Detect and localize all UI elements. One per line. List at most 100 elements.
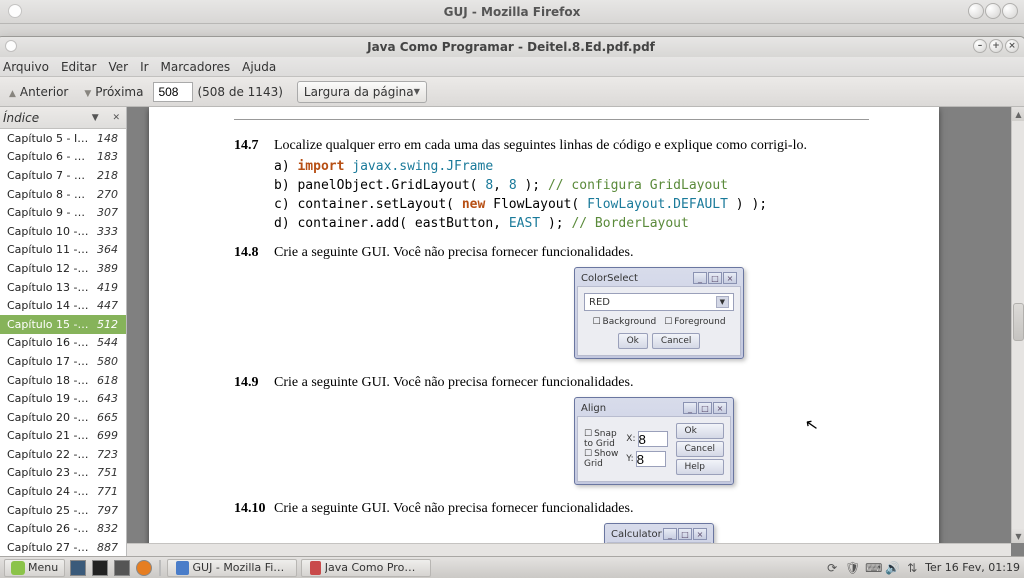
close-icon[interactable]: × xyxy=(1005,39,1019,53)
terminal-icon[interactable] xyxy=(91,559,109,577)
update-icon[interactable]: ⟳ xyxy=(825,561,839,575)
sidebar-item[interactable]: Capítulo 15 - I... 512 xyxy=(0,315,126,334)
sidebar-item-page: 723 xyxy=(97,448,118,461)
sidebar-item-page: 183 xyxy=(97,150,118,163)
zoom-combo[interactable]: Largura da página xyxy=(297,81,427,103)
sidebar-item-label: Capítulo 26 - M... xyxy=(7,522,89,535)
maximize-icon[interactable]: + xyxy=(989,39,1003,53)
prev-page-button[interactable]: Anterior xyxy=(3,82,74,102)
sidebar-item-page: 643 xyxy=(97,392,118,405)
sidebar-item-label: Capítulo 8 - Cla... xyxy=(7,188,89,201)
menu-ver[interactable]: Ver xyxy=(108,60,128,74)
sidebar-item-page: 797 xyxy=(97,504,118,517)
show-desktop-icon[interactable] xyxy=(69,559,87,577)
arrow-up-icon xyxy=(9,85,16,99)
sidebar-item-label: Capítulo 22 - Es... xyxy=(7,448,89,461)
sidebar-item[interactable]: Capítulo 6 - Mé...183 xyxy=(0,148,126,167)
task-item-firefox[interactable]: GUJ - Mozilla Firefox xyxy=(167,559,297,577)
zoom-value: Largura da página xyxy=(304,85,414,99)
sidebar-item-label: Capítulo 21 - Cl... xyxy=(7,429,89,442)
network-icon[interactable]: ⇅ xyxy=(905,561,919,575)
start-menu-button[interactable]: Menu xyxy=(4,559,65,577)
files-icon[interactable] xyxy=(113,559,131,577)
sidebar-list[interactable]: Capítulo 5 - Inst...148Capítulo 6 - Mé..… xyxy=(0,129,126,557)
sidebar-item[interactable]: Capítulo 26 - M...832 xyxy=(0,519,126,538)
sidebar-item-page: 544 xyxy=(97,336,118,349)
scroll-thumb[interactable] xyxy=(1013,303,1024,341)
scroll-down-icon[interactable]: ▼ xyxy=(1012,529,1024,543)
ex-text: Localize qualquer erro em cada uma das s… xyxy=(274,138,807,154)
menu-marcadores[interactable]: Marcadores xyxy=(161,60,231,74)
vertical-scrollbar[interactable]: ▲ ▼ xyxy=(1011,107,1024,543)
firefox-titlebar: GUJ - Mozilla Firefox xyxy=(0,0,1024,24)
sidebar-item[interactable]: Capítulo 10 - Pr...333 xyxy=(0,222,126,241)
sidebar-item[interactable]: Capítulo 13 - Es...419 xyxy=(0,278,126,297)
sidebar-item[interactable]: Capítulo 23 - A... 751 xyxy=(0,464,126,483)
shield-icon[interactable]: 🛡 xyxy=(845,561,859,575)
sidebar-item-label: Capítulo 11 - Tr... xyxy=(7,243,89,256)
ex-text: Crie a seguinte GUI. Você não precisa fo… xyxy=(274,245,633,261)
taskbar: Menu GUJ - Mozilla Firefox Java Como Pro… xyxy=(0,556,1024,578)
window-menu-icon[interactable] xyxy=(5,40,17,52)
horizontal-scrollbar[interactable] xyxy=(127,543,1011,557)
page-number-input[interactable] xyxy=(153,82,193,102)
sidebar-item[interactable]: Capítulo 9 - Pro...307 xyxy=(0,203,126,222)
volume-icon[interactable]: 🔊 xyxy=(885,561,899,575)
sidebar-item[interactable]: Capítulo 7 - Arr... 218 xyxy=(0,166,126,185)
sidebar-item[interactable]: Capítulo 21 - Cl... 699 xyxy=(0,427,126,446)
evince-title: Java Como Programar - Deitel.8.Ed.pdf.pd… xyxy=(367,40,655,54)
sidebar-item-label: Capítulo 20 - C... xyxy=(7,411,89,424)
evince-toolbar: Anterior Próxima (508 de 1143) Largura d… xyxy=(0,77,1024,107)
next-page-button[interactable]: Próxima xyxy=(78,82,149,102)
scroll-up-icon[interactable]: ▲ xyxy=(1012,107,1024,121)
close-sidebar-icon[interactable]: ✕ xyxy=(112,113,120,123)
sidebar-item-page: 751 xyxy=(97,466,118,479)
minimize-icon[interactable] xyxy=(968,3,984,19)
sidebar-item-label: Capítulo 12 - Es... xyxy=(7,262,89,275)
sidebar-item[interactable]: Capítulo 8 - Cla...270 xyxy=(0,185,126,204)
sidebar-item[interactable]: Capítulo 24 - M...771 xyxy=(0,482,126,501)
sidebar-item[interactable]: Capítulo 18 - Re...618 xyxy=(0,371,126,390)
menu-ir[interactable]: Ir xyxy=(140,60,148,74)
sidebar-item[interactable]: Capítulo 5 - Inst...148 xyxy=(0,129,126,148)
sidebar-item-label: Capítulo 14 - C... xyxy=(7,299,89,312)
sidebar-item[interactable]: Capítulo 25 - C...797 xyxy=(0,501,126,520)
keyboard-icon[interactable]: ⌨ xyxy=(865,561,879,575)
chevron-down-icon[interactable]: ▼ xyxy=(92,113,99,123)
sidebar-item[interactable]: Capítulo 17 - Ar...580 xyxy=(0,352,126,371)
menu-editar[interactable]: Editar xyxy=(61,60,97,74)
minimize-icon[interactable]: – xyxy=(973,39,987,53)
sidebar-item[interactable]: Capítulo 16 - St...544 xyxy=(0,334,126,353)
sidebar-item-page: 447 xyxy=(97,299,118,312)
sidebar-item[interactable]: Capítulo 20 - C...665 xyxy=(0,408,126,427)
firefox-icon[interactable] xyxy=(135,559,153,577)
sidebar-item-label: Capítulo 23 - A... xyxy=(7,466,89,479)
sidebar-item-page: 580 xyxy=(97,355,118,368)
sidebar-item-label: Capítulo 18 - Re... xyxy=(7,374,89,387)
ex-number: 14.8 xyxy=(234,245,274,261)
page-area[interactable]: 14.7 Localize qualquer erro em cada uma … xyxy=(127,107,1024,557)
sidebar-item-label: Capítulo 7 - Arr... xyxy=(7,169,89,182)
prev-label: Anterior xyxy=(20,85,68,99)
sidebar-item[interactable]: Capítulo 14 - C... 447 xyxy=(0,296,126,315)
window-menu-icon[interactable] xyxy=(8,4,22,18)
sidebar-item[interactable]: Capítulo 11 - Tr...364 xyxy=(0,241,126,260)
sidebar-item-page: 512 xyxy=(97,318,118,331)
menu-arquivo[interactable]: Arquivo xyxy=(3,60,49,74)
menu-ajuda[interactable]: Ajuda xyxy=(242,60,276,74)
clock[interactable]: Ter 16 Fev, 01:19 xyxy=(925,561,1020,574)
sidebar-item-page: 218 xyxy=(97,169,118,182)
menu-label: Menu xyxy=(28,561,58,574)
maximize-icon[interactable] xyxy=(985,3,1001,19)
sidebar-item-label: Capítulo 27 - Re... xyxy=(7,541,89,554)
sidebar-item[interactable]: Capítulo 12 - Es...389 xyxy=(0,259,126,278)
sidebar-item-label: Capítulo 15 - I... xyxy=(7,318,89,331)
sidebar-item-page: 699 xyxy=(97,429,118,442)
sidebar-index: Índice ▼ ✕ Capítulo 5 - Inst...148Capítu… xyxy=(0,107,127,557)
sidebar-item[interactable]: Capítulo 19 - Pe...643 xyxy=(0,389,126,408)
close-icon[interactable] xyxy=(1002,3,1018,19)
task-item-evince[interactable]: Java Como Programar... xyxy=(301,559,431,577)
sidebar-header[interactable]: Índice ▼ ✕ xyxy=(0,107,126,129)
sidebar-item[interactable]: Capítulo 22 - Es... 723 xyxy=(0,445,126,464)
sidebar-item[interactable]: Capítulo 27 - Re...887 xyxy=(0,538,126,557)
